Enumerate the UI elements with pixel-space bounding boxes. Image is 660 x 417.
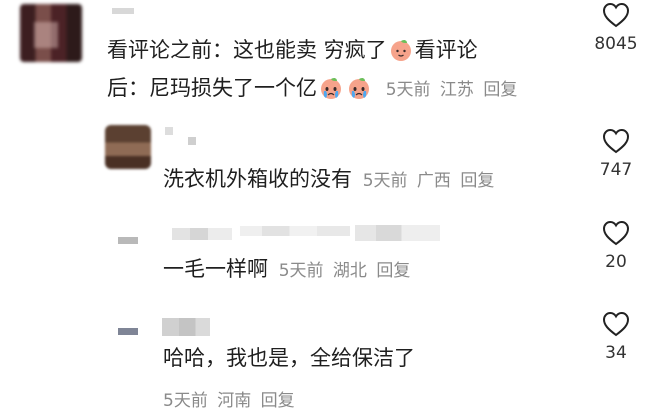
reply-button[interactable]: 回复 [483, 80, 517, 100]
heart-outline-icon [602, 220, 630, 246]
comment-text: 洗衣机外箱收的没有 [163, 167, 352, 191]
comment-location: 广西 [416, 171, 451, 191]
comment-time: 5天前 [362, 171, 408, 191]
comment-text: 一毛一样啊 [163, 257, 268, 281]
like-button[interactable]: 20 [586, 220, 646, 272]
reply-button[interactable]: 回复 [376, 261, 410, 281]
comment-location: 河南 [217, 391, 252, 411]
comment-text: 看评论之前：这也能卖 穷疯了 [107, 38, 387, 62]
peach-emoji-icon [389, 38, 413, 62]
crying-face-emoji-icon [318, 75, 344, 101]
comment-time: 5天前 [163, 391, 208, 411]
avatar[interactable] [118, 237, 138, 244]
reply-body: 哈哈，我也是，全给保洁了 [163, 341, 415, 376]
comment-location: 湖北 [332, 261, 367, 281]
avatar[interactable] [118, 328, 138, 335]
like-button[interactable]: 8045 [586, 2, 646, 54]
username-blurred[interactable] [172, 228, 232, 240]
like-count: 8045 [594, 34, 638, 54]
comment-text: 后：尼玛损失了一个亿 [107, 76, 317, 100]
reply-button[interactable]: 回复 [460, 171, 494, 191]
like-count: 20 [605, 252, 627, 272]
reply-button[interactable]: 回复 [261, 391, 295, 411]
like-count: 34 [605, 343, 627, 363]
comment-time: 5天前 [385, 80, 431, 100]
heart-outline-icon [602, 2, 630, 28]
reply-body: 一毛一样啊 5天前 湖北 回复 [163, 252, 410, 289]
username-blurred[interactable] [165, 127, 173, 135]
like-count: 747 [599, 160, 633, 180]
like-button[interactable]: 747 [586, 128, 646, 180]
avatar[interactable] [20, 4, 82, 62]
username-blurred[interactable] [162, 318, 210, 336]
reply-body: 洗衣机外箱收的没有 5天前 广西 回复 [163, 162, 494, 199]
heart-outline-icon [602, 128, 630, 154]
comment-location: 江苏 [439, 80, 474, 100]
username-blurred [355, 225, 440, 241]
heart-outline-icon [602, 311, 630, 337]
comment-time: 5天前 [278, 261, 324, 281]
username-blurred [240, 226, 350, 236]
username-blurred [188, 137, 196, 145]
comment-text: 哈哈，我也是，全给保洁了 [163, 346, 415, 370]
like-button[interactable]: 34 [586, 311, 646, 363]
comment-body: 看评论之前：这也能卖 穷疯了 看评论 后：尼玛损失了一个亿 5天前 江苏 回复 [107, 33, 567, 108]
comment-text: 看评论 [414, 38, 478, 62]
username-blurred[interactable] [112, 8, 134, 14]
crying-face-emoji-icon [346, 75, 372, 101]
avatar[interactable] [105, 125, 151, 169]
reply-meta: 5天前 河南 回复 [163, 386, 295, 411]
